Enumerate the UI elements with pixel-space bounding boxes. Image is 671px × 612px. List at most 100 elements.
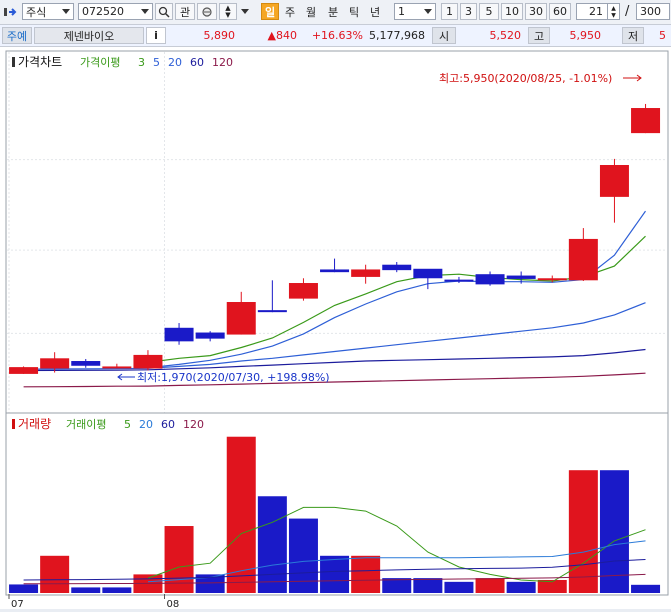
volume-bar [599, 470, 629, 593]
chevron-down-icon: ▼ [225, 10, 231, 19]
quick-5[interactable]: 5 [479, 3, 499, 20]
chevron-down-icon [62, 9, 70, 14]
interest-button[interactable]: 관 [175, 3, 195, 20]
period-month[interactable]: 월 [302, 3, 320, 20]
x-tick-label: 08 [167, 599, 180, 609]
unit-select[interactable]: 1 [394, 3, 436, 20]
volume-bar [631, 584, 661, 593]
market-select[interactable]: 주식 [22, 3, 74, 20]
volume-bar [351, 555, 381, 593]
high-label: 고 [528, 27, 550, 44]
candle-body [40, 358, 70, 369]
candle-body [382, 264, 412, 271]
open-label: 시 [432, 27, 456, 44]
period-year[interactable]: 년 [366, 3, 384, 20]
candle-body [351, 269, 381, 277]
change-rate: +16.63% [311, 29, 363, 42]
price-legend-item: 3 [138, 56, 145, 69]
chevron-down-icon [241, 9, 249, 14]
chart-area[interactable]: 가격차트 가격이평 3 5 20 60 120 최고:5,950(2020/08/25, … [0, 47, 671, 610]
price-legend-item: 60 [190, 56, 204, 69]
count-stepper[interactable]: ▲ ▼ [607, 4, 619, 19]
volume-bar [444, 581, 474, 593]
trade-volume: 5,177,968 [369, 29, 425, 42]
high-price: 5,950 [569, 29, 602, 42]
stock-code-input[interactable]: 072520 [78, 3, 153, 20]
volume-title-marker [12, 419, 15, 429]
volume-bar [506, 581, 536, 593]
x-axis: 07 08 [8, 594, 180, 610]
volume-bar [40, 555, 70, 593]
open-price: 5,520 [489, 29, 522, 42]
candle-body [537, 278, 567, 281]
candle-body [102, 366, 132, 369]
count-value: 21 [589, 5, 603, 18]
period-minute[interactable]: 분 [324, 3, 342, 20]
low-price: 5 [659, 29, 666, 42]
slash-separator: / [625, 4, 630, 19]
total-value: 300 [640, 5, 661, 18]
stock-code-value: 072520 [82, 5, 124, 18]
link-arrow-icon[interactable] [4, 6, 20, 18]
volume-bar [71, 587, 101, 593]
price-legend-item: 20 [168, 56, 182, 69]
sync-button[interactable] [197, 3, 217, 20]
candle-body [195, 332, 225, 339]
candle-body [257, 310, 287, 313]
period-tick[interactable]: 틱 [345, 3, 363, 20]
search-icon [158, 6, 170, 18]
period-day[interactable]: 일 [261, 3, 279, 20]
candle-body [568, 238, 598, 281]
info-button[interactable]: i [146, 27, 166, 44]
price-chart-title: 가격차트 [18, 55, 62, 69]
price-panel [5, 50, 669, 414]
chevron-down-icon [141, 9, 149, 14]
volume-bar [568, 470, 598, 593]
price-change: ▲840 [267, 29, 297, 42]
more-dropdown[interactable] [239, 3, 251, 20]
candle-body [71, 361, 101, 366]
candle-body [413, 268, 443, 279]
volume-bar [226, 436, 256, 593]
volume-legend-item: 5 [124, 418, 131, 431]
candle-body [226, 302, 256, 335]
candle-body [506, 275, 536, 279]
candle-body [320, 269, 350, 273]
low-label: 저 [622, 27, 644, 44]
quick-60[interactable]: 60 [549, 3, 571, 20]
volume-legend-item: 거래이평 [66, 418, 106, 431]
volume-legend-item: 20 [139, 418, 153, 431]
candle-body [9, 367, 39, 374]
quote-bar: 주예 제넨바이오 i 5,890 ▲840 +16.63% 5,177,968 … [0, 25, 671, 47]
market-select-value: 주식 [26, 5, 47, 19]
chevron-up-icon: ▲ [611, 4, 616, 12]
volume-bar [475, 578, 505, 593]
volume-bar [320, 555, 350, 593]
low-annotation: 최저:1,970(2020/07/30, +198.98%) [137, 371, 330, 384]
total-input[interactable]: 300 [636, 3, 670, 20]
volume-legend-item: 60 [161, 418, 175, 431]
period-week[interactable]: 주 [281, 3, 299, 20]
price-legend-item: 5 [153, 56, 160, 69]
high-annotation: 최고:5,950(2020/08/25, -1.01%) [439, 72, 612, 85]
quick-3[interactable]: 3 [460, 3, 477, 20]
volume-bar [102, 587, 132, 593]
search-button[interactable] [155, 3, 173, 20]
stock-tag: 주예 [2, 27, 32, 44]
sync-icon [202, 6, 212, 17]
quick-1[interactable]: 1 [441, 3, 458, 20]
candle-body [599, 165, 629, 197]
quick-30[interactable]: 30 [525, 3, 547, 20]
candle-body [133, 354, 163, 369]
volume-bar [413, 578, 443, 593]
stepper[interactable]: ▲ ▼ [219, 3, 237, 20]
x-tick-label: 07 [11, 599, 24, 609]
candle-body [164, 327, 194, 342]
chart-svg[interactable]: 가격차트 가격이평 3 5 20 60 120 최고:5,950(2020/08/25, … [0, 47, 671, 610]
candle-body [444, 279, 474, 282]
price-legend-item: 가격이평 [80, 56, 120, 69]
candle-body [631, 108, 661, 134]
count-input[interactable]: 21 ▲ ▼ [576, 3, 620, 20]
price-legend-item: 120 [212, 56, 233, 69]
quick-10[interactable]: 10 [501, 3, 523, 20]
